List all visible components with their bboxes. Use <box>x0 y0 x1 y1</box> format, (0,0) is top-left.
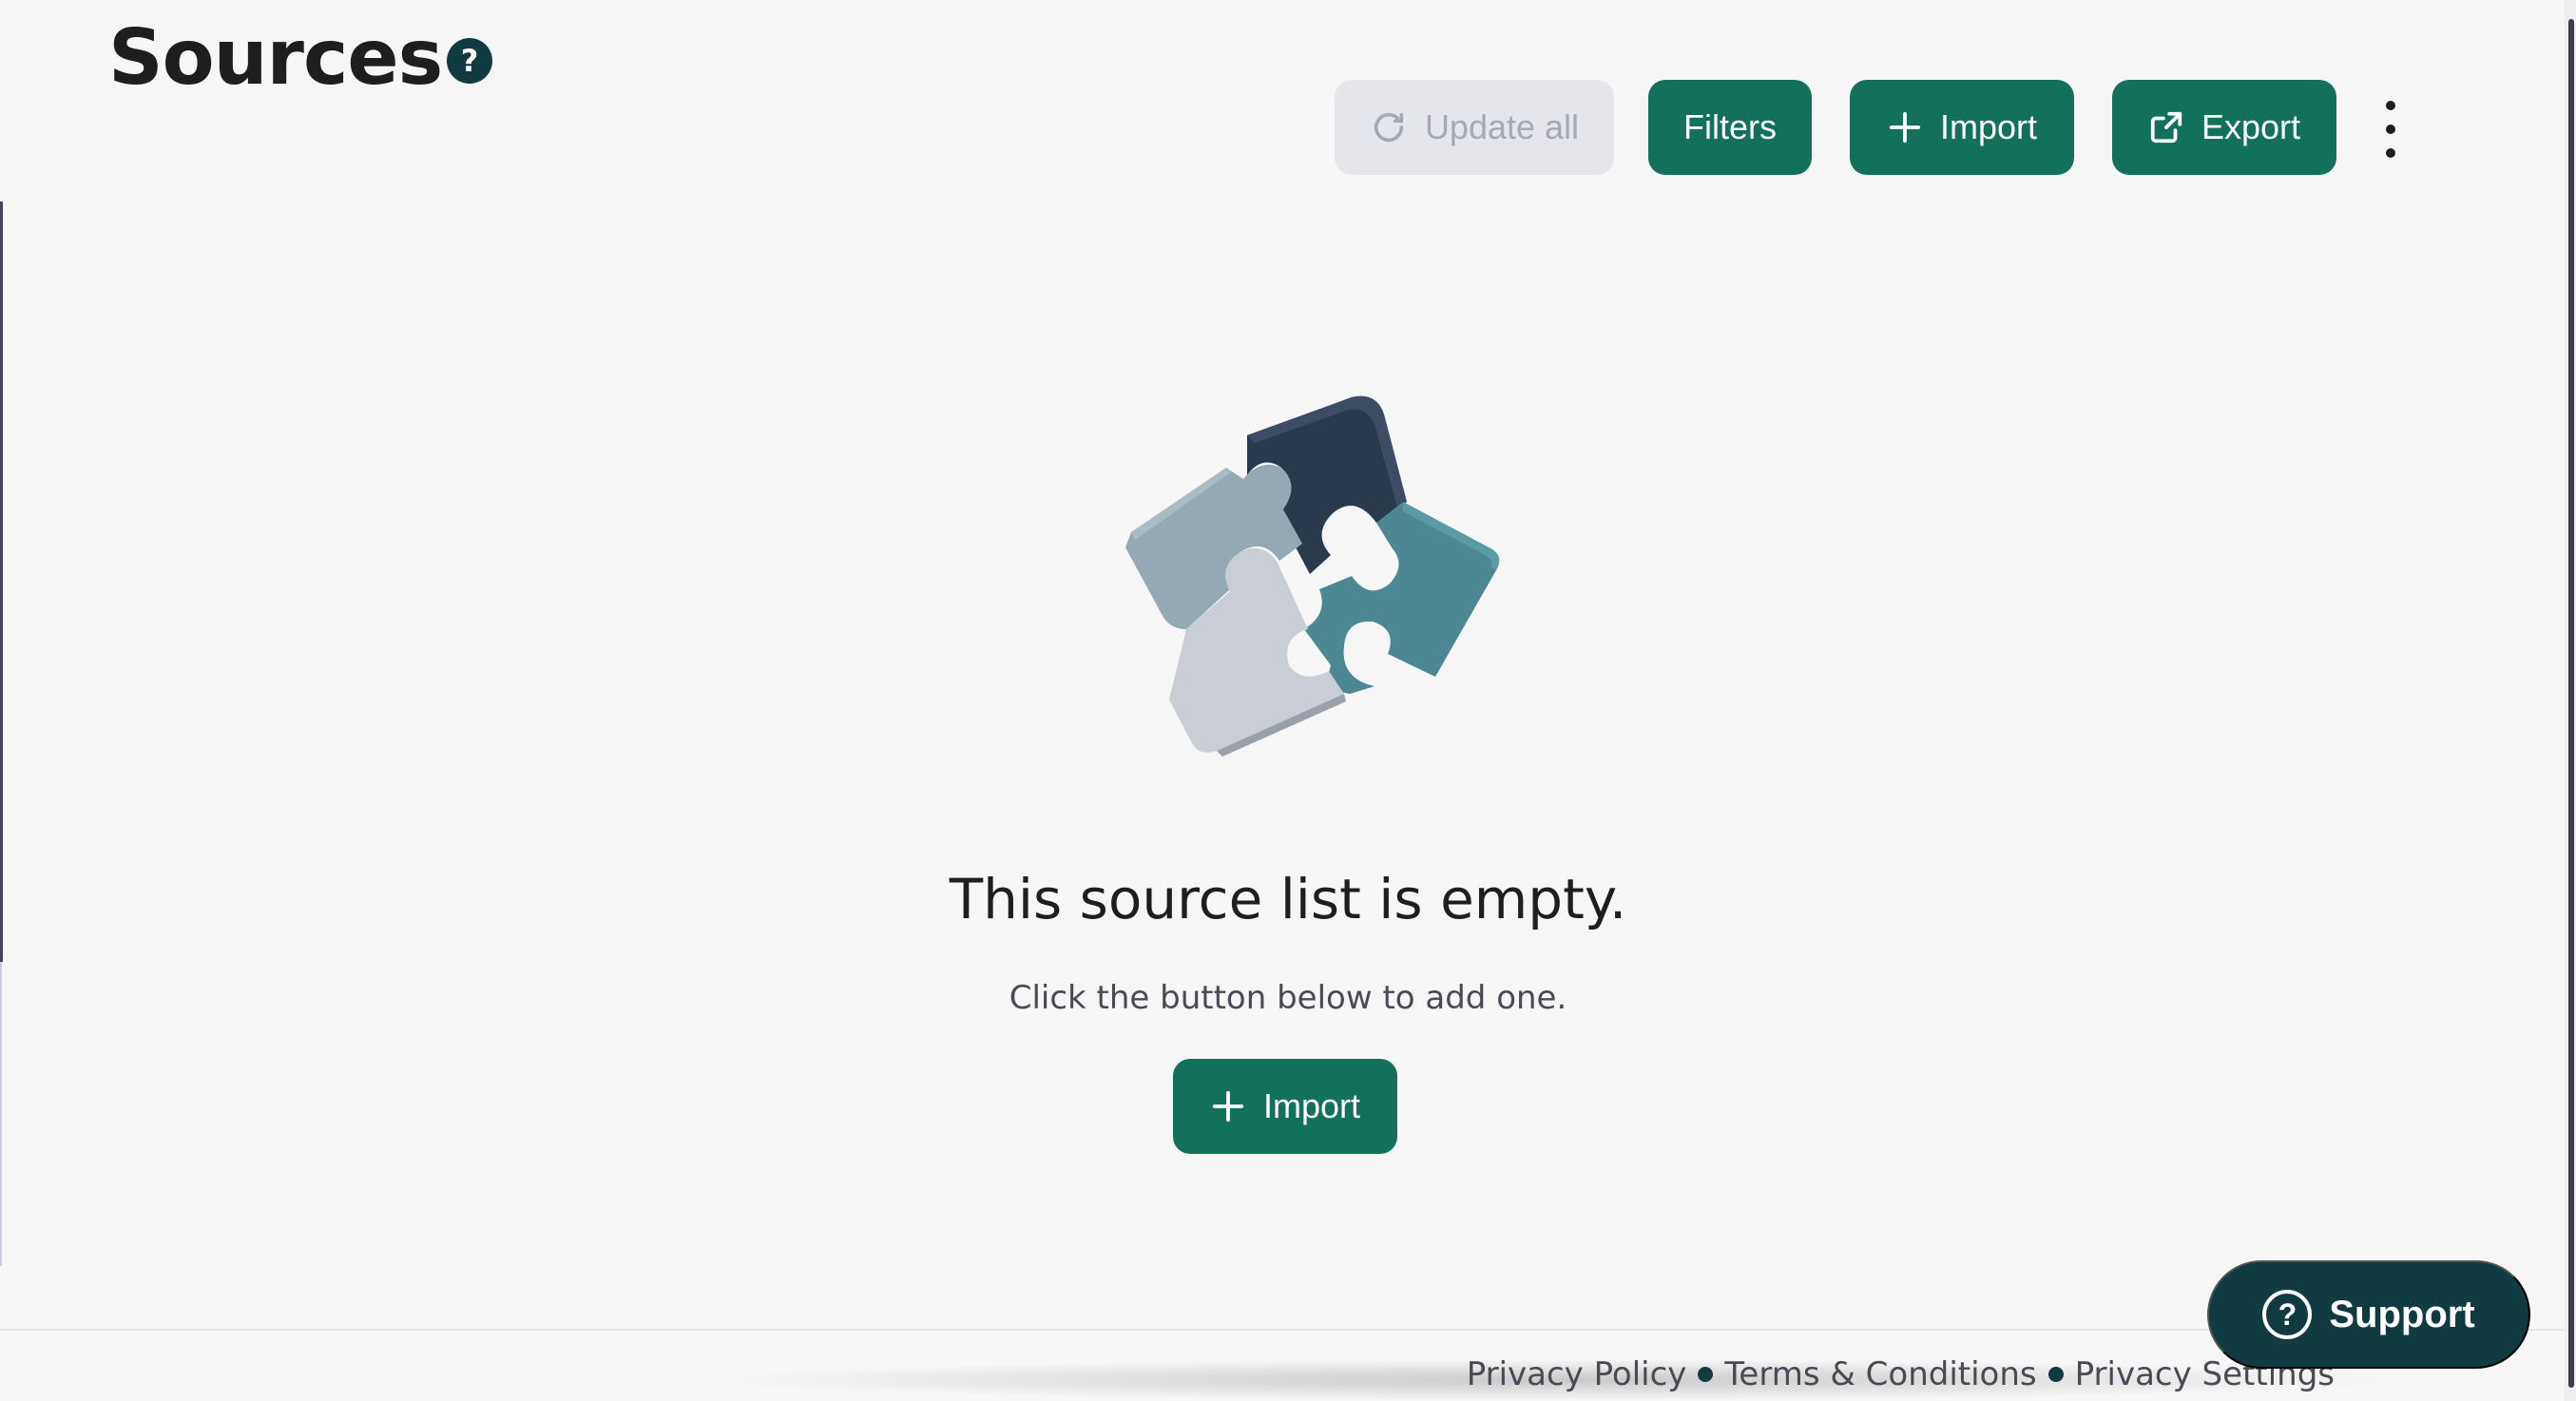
puzzle-piece-teal <box>1304 502 1500 694</box>
empty-state-title: This source list is empty. <box>949 867 1627 931</box>
footer-divider <box>0 1329 2565 1331</box>
import-button[interactable]: Import <box>1850 80 2074 175</box>
support-label: Support <box>2329 1293 2475 1335</box>
puzzle-pieces-illustration <box>1125 395 1500 757</box>
kebab-menu-icon[interactable] <box>2376 101 2405 158</box>
support-button[interactable]: ? Support <box>2207 1260 2530 1369</box>
filters-button[interactable]: Filters <box>1648 80 1812 175</box>
app-root: Sources ? Update all Filters Import Expo… <box>0 0 2576 1401</box>
footer-link-privacy-policy[interactable]: Privacy Policy <box>1467 1355 1687 1393</box>
question-circle-icon[interactable]: ? <box>447 38 492 84</box>
question-circle-icon: ? <box>2262 1290 2313 1339</box>
export-button[interactable]: Export <box>2112 80 2336 175</box>
scrollbar-track[interactable] <box>2565 0 2576 1401</box>
plus-icon <box>1889 111 1921 144</box>
footer-link-terms[interactable]: Terms & Conditions <box>1724 1355 2036 1393</box>
empty-state-import-button[interactable]: Import <box>1173 1059 1397 1154</box>
external-link-icon <box>2150 111 2182 144</box>
scrollbar-thumb[interactable] <box>2568 19 2574 1388</box>
plus-icon <box>1212 1090 1244 1123</box>
separator-dot <box>2047 1367 2064 1382</box>
footer-links: Privacy Policy Terms & Conditions Privac… <box>1467 1355 2335 1393</box>
export-label: Export <box>2201 107 2301 146</box>
refresh-icon <box>1374 112 1404 143</box>
empty-state-import-label: Import <box>1262 1086 1361 1125</box>
update-all-label: Update all <box>1424 107 1580 146</box>
left-edge-accent <box>0 202 3 962</box>
update-all-button: Update all <box>1335 80 1614 175</box>
filters-label: Filters <box>1683 107 1777 146</box>
import-label: Import <box>1939 107 2038 146</box>
separator-dot <box>1698 1367 1714 1382</box>
empty-state-subtitle: Click the button below to add one. <box>1009 979 1567 1017</box>
page-title: Sources <box>108 13 443 102</box>
